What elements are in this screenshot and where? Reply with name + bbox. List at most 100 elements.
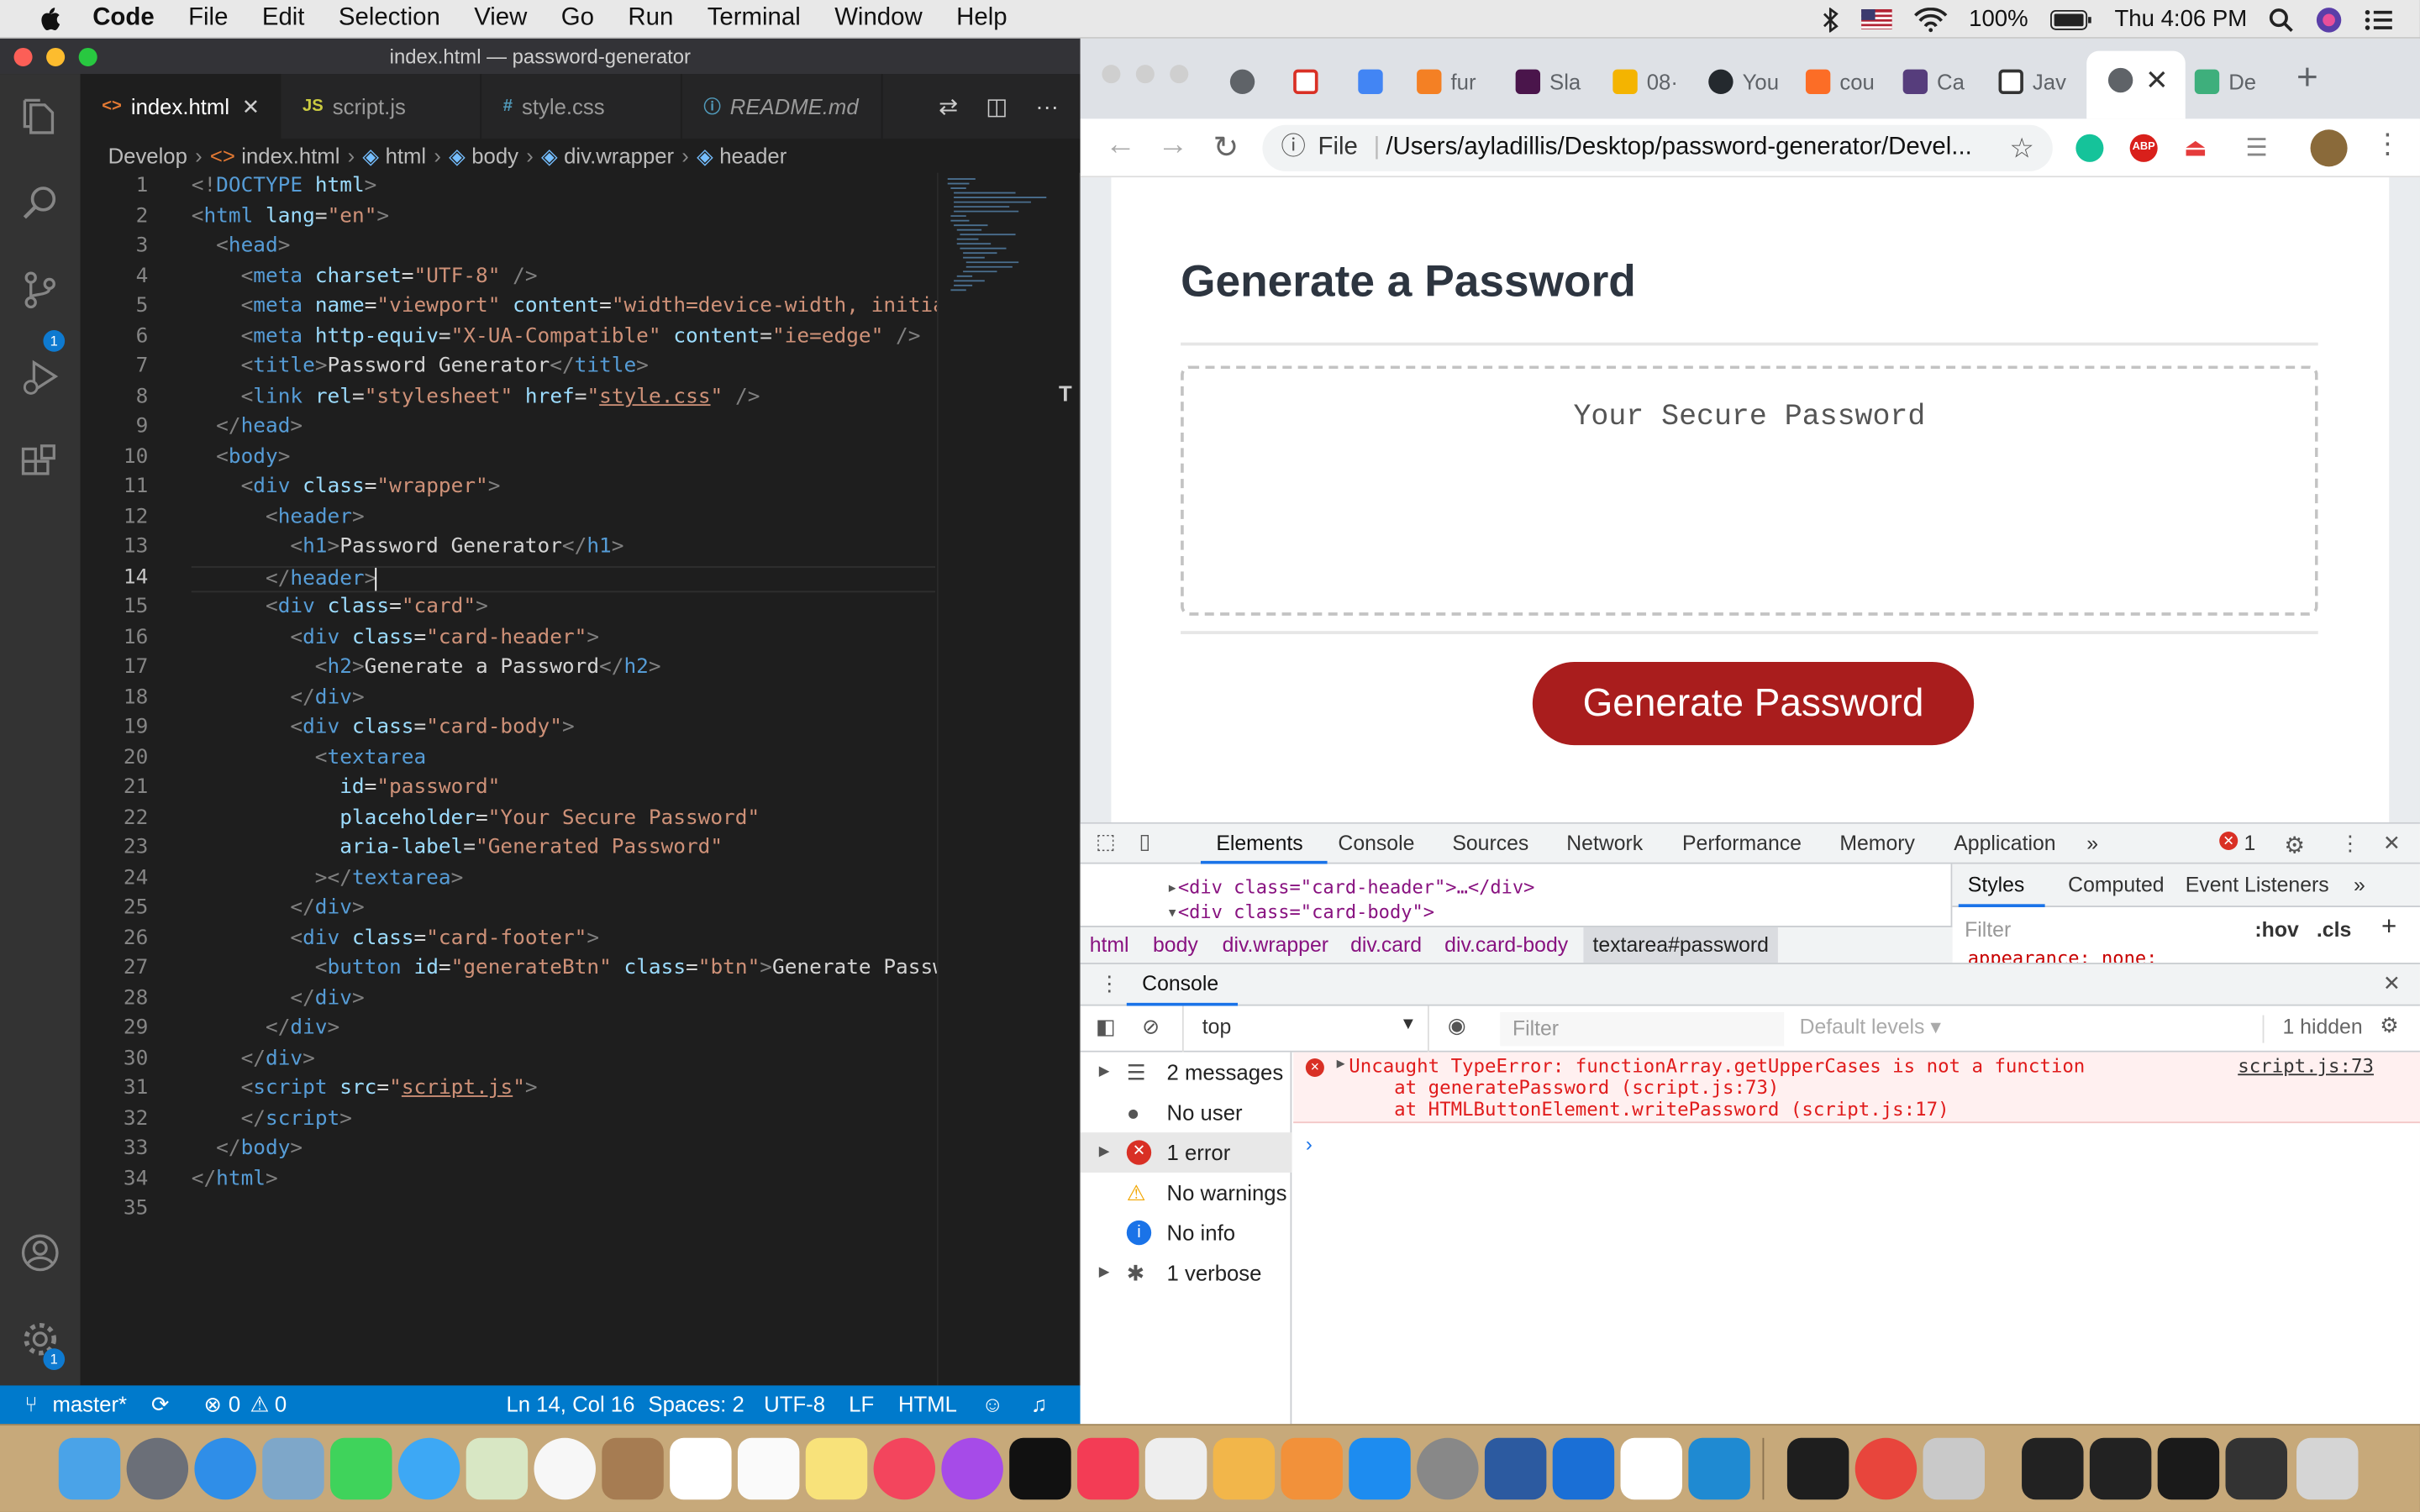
minimize-window-button[interactable] — [1135, 65, 1155, 84]
address-bar[interactable]: ⓘ File | /Users/ayladillis/Desktop/passw… — [1262, 124, 2053, 171]
browser-tab[interactable] — [1293, 61, 1327, 102]
maps-icon[interactable] — [466, 1437, 529, 1500]
search-icon[interactable] — [18, 182, 61, 225]
generate-password-button[interactable]: Generate Password — [1532, 661, 1975, 746]
code-line[interactable]: <head> — [192, 234, 290, 258]
console-error-message[interactable]: ✕ ▶ Uncaught TypeError: functionArray.ge… — [1293, 1052, 2420, 1124]
browser-tab[interactable] — [1229, 61, 1264, 102]
feedback-icon[interactable]: ☺ — [981, 1392, 1003, 1416]
sidebar-item-verbose[interactable]: ▶ ✱ 1 verbose — [1081, 1252, 1292, 1293]
code-line[interactable]: <meta charset="UTF-8" /> — [192, 265, 538, 289]
forward-arrow-icon[interactable]: → — [1158, 128, 1189, 163]
devtools-tab-performance[interactable]: Performance — [1682, 832, 1802, 855]
sidebar-toggle-icon[interactable]: ◧ — [1096, 1016, 1115, 1040]
code-line[interactable]: <link rel="stylesheet" href="style.css" … — [192, 386, 760, 409]
more-tabs-icon[interactable]: » — [2086, 832, 2098, 855]
menu-selection[interactable]: Selection — [339, 5, 440, 33]
pages-icon[interactable] — [1281, 1437, 1343, 1500]
code-line[interactable]: <!DOCTYPE html> — [192, 175, 377, 198]
code-line[interactable]: <button id="generateBtn" class="btn">Gen… — [192, 957, 945, 980]
music-icon[interactable] — [873, 1437, 936, 1500]
warnings-count[interactable]: 0 — [275, 1392, 287, 1416]
calendar-icon[interactable] — [670, 1437, 732, 1500]
error-icon[interactable]: ✕ — [2219, 831, 2238, 851]
code-line[interactable]: <body> — [192, 446, 290, 470]
expand-arrow-icon[interactable]: ▶ — [1337, 1057, 1345, 1072]
styles-filter-input[interactable]: Filter — [1965, 918, 2011, 942]
stack-frame[interactable]: at HTMLButtonElement.writePassword (scri… — [1349, 1099, 1949, 1121]
system-preferences-icon[interactable] — [1417, 1437, 1479, 1500]
app-store-icon[interactable] — [1349, 1437, 1411, 1500]
indentation[interactable]: Spaces: 2 — [648, 1392, 744, 1416]
reminders-icon[interactable] — [737, 1437, 800, 1500]
code-line[interactable]: placeholder="Your Secure Password" — [192, 807, 760, 831]
finder-icon[interactable] — [58, 1437, 121, 1500]
code-line[interactable]: ></textarea> — [192, 867, 463, 890]
cursor-position[interactable]: Ln 14, Col 16 — [506, 1392, 634, 1416]
minimize-window-button[interactable] — [46, 47, 66, 66]
menu-go[interactable]: Go — [561, 5, 594, 33]
menu-window[interactable]: Window — [834, 5, 923, 33]
computed-tab[interactable]: Computed — [2068, 874, 2164, 897]
browser-tab[interactable]: Jav — [1998, 61, 2066, 102]
more-tabs-icon[interactable]: » — [2354, 874, 2365, 897]
close-devtools-icon[interactable]: ✕ — [2383, 832, 2401, 856]
battery-icon[interactable] — [2049, 8, 2092, 30]
warning-icon[interactable]: ⚠ — [250, 1392, 270, 1418]
code-line[interactable]: aria-label="Generated Password" — [192, 836, 723, 859]
breadcrumb-item[interactable]: html — [386, 144, 427, 168]
menu-run[interactable]: Run — [628, 5, 673, 33]
keynote-icon[interactable] — [1213, 1437, 1276, 1500]
code-line[interactable]: <header> — [192, 506, 365, 529]
devtools-tab-console[interactable]: Console — [1338, 832, 1414, 855]
more-actions-icon[interactable]: ··· — [1035, 93, 1059, 119]
messages-icon[interactable] — [397, 1437, 460, 1500]
open-changes-icon[interactable]: ⇄ — [939, 92, 958, 120]
tab-style-css[interactable]: # style.css — [481, 74, 682, 139]
customize-menu-icon[interactable]: ⋮ — [2339, 832, 2360, 856]
safari-icon[interactable] — [194, 1437, 256, 1500]
code-line[interactable]: <textarea — [192, 747, 426, 770]
code-line[interactable]: <h2>Generate a Password</h2> — [192, 656, 661, 680]
code-line[interactable]: <div class="card"> — [192, 596, 488, 619]
image-capture-icon[interactable] — [1923, 1437, 1985, 1500]
zoom-window-button[interactable] — [1170, 65, 1189, 84]
grammarly-extension-icon[interactable] — [2075, 134, 2104, 162]
cast-extension-icon[interactable]: ⏏ — [2184, 133, 2207, 164]
podcasts-icon[interactable] — [941, 1437, 1003, 1500]
sidebar-item-user-messages[interactable]: ●No user me... — [1081, 1092, 1292, 1150]
chrome-menu-icon[interactable]: ⋮ — [2374, 128, 2402, 160]
clear-console-icon[interactable]: ⊘ — [1142, 1016, 1160, 1040]
minimized-window-thumbnail[interactable] — [2157, 1437, 2220, 1500]
code-line[interactable]: <title>Password Generator</title> — [192, 354, 649, 378]
code-line[interactable]: <div class="card-footer"> — [192, 927, 599, 951]
news-icon[interactable] — [1077, 1437, 1139, 1500]
contacts-icon[interactable] — [602, 1437, 664, 1500]
browser-tab[interactable]: cou — [1805, 61, 1875, 102]
facetime-icon[interactable] — [330, 1437, 392, 1500]
dom-crumb-selected[interactable]: textarea#password — [1583, 927, 1779, 963]
dom-crumb[interactable]: div.card-body — [1444, 933, 1568, 957]
notifications-bell-icon[interactable]: ♫ — [1031, 1392, 1047, 1416]
breadcrumb-item[interactable]: body — [471, 144, 518, 168]
close-window-button[interactable] — [13, 47, 33, 66]
browser-tab[interactable]: You — [1708, 61, 1779, 102]
console-drawer-tab[interactable]: Console — [1142, 972, 1218, 995]
apple-logo-icon[interactable] — [34, 3, 65, 34]
dom-node[interactable]: ▾<div class="card-body"> — [1167, 901, 1434, 923]
dom-crumb[interactable]: div.card — [1350, 933, 1422, 957]
browser-tab[interactable]: Ca — [1902, 61, 1965, 102]
context-selector[interactable]: top ▼ — [1181, 1005, 1429, 1053]
new-style-rule-icon[interactable]: + — [2381, 911, 2396, 942]
sidebar-item-messages[interactable]: ▶ ☰ 2 messages — [1081, 1053, 1292, 1093]
browser-tab[interactable]: fur — [1417, 61, 1476, 102]
inspect-element-icon[interactable]: ⬚ — [1096, 830, 1115, 854]
styles-tab[interactable]: Styles — [1968, 874, 2025, 897]
mysql-workbench-icon[interactable] — [1484, 1437, 1547, 1500]
dom-node[interactable]: ▸<div class="card-header">…</div> — [1167, 876, 1535, 898]
close-drawer-icon[interactable]: ✕ — [2383, 972, 2401, 996]
code-line[interactable]: </div> — [192, 896, 364, 920]
minimized-window-thumbnail[interactable] — [2022, 1437, 2084, 1500]
menu-terminal[interactable]: Terminal — [708, 5, 801, 33]
sync-icon[interactable]: ⟳ — [151, 1392, 170, 1418]
